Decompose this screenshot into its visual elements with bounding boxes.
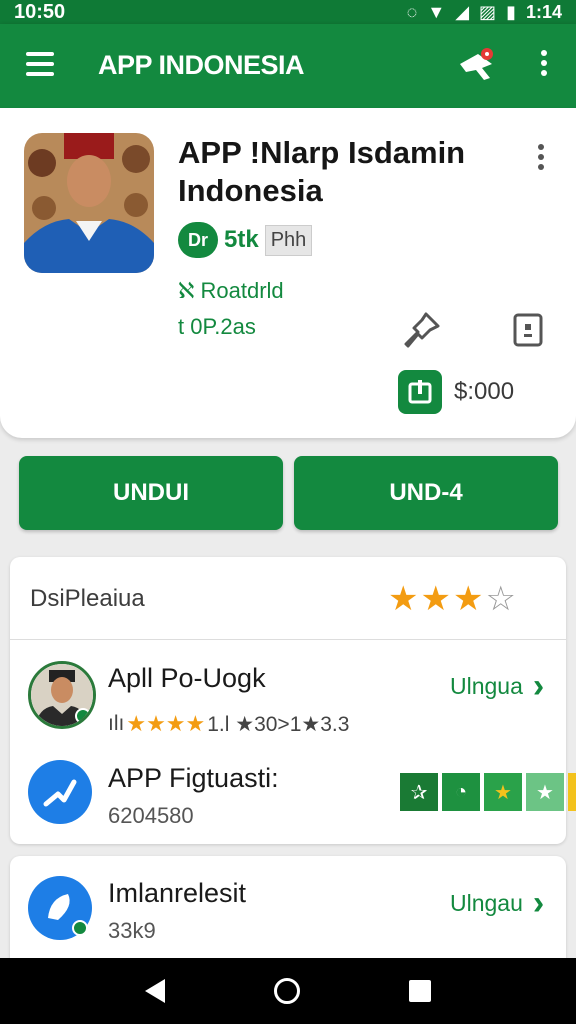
pin-icon[interactable] (402, 310, 442, 350)
status-time: 10:50 (14, 0, 66, 23)
star-full-icon: ★ (452, 580, 484, 618)
list-item-title[interactable]: Apll Po-Uogk (108, 663, 266, 694)
app-header-card: APP !Nlarp Isdamin Indonesia Dr 5tk Phh … (0, 108, 576, 438)
recents-icon[interactable] (409, 980, 432, 1002)
divider (10, 639, 566, 640)
buy-icon[interactable] (398, 370, 442, 414)
app-icon-blue[interactable] (28, 876, 92, 940)
price-label: $:000 (454, 378, 515, 405)
status-bar: 10:50 ◌ ▼ ◢ ▨ ▮ 1:14 (0, 0, 576, 24)
system-nav-bar (0, 958, 576, 1024)
chart-icon: ılı (108, 712, 125, 735)
back-icon[interactable] (144, 979, 165, 1003)
meta-text: 1.l ★30>1★3.3 (207, 712, 350, 736)
related-apps-card: DsiPleaiua ★ ★ ★ ☆ Apll Po-Uogk Ulngua ›… (10, 557, 576, 844)
card-more-icon[interactable] (536, 144, 546, 172)
signal-icon: ◢ (455, 1, 470, 22)
star-tile-icon: ✰ (400, 773, 438, 811)
overflow-menu-icon[interactable] (534, 50, 554, 82)
list-item-value: 33k9 (108, 918, 156, 943)
chevron-right-icon: › (532, 884, 545, 922)
status-icons: ◌ ▼ ◢ ▨ ▮ 1:14 (407, 2, 562, 23)
list-item-link[interactable]: Ulngau › (450, 884, 545, 922)
app-stats-row: Dr 5tk Phh (178, 222, 313, 258)
alarm-icon: ◌ (406, 1, 418, 22)
app-title-heading: APP !Nlarp Isdamin Indonesia (178, 135, 466, 208)
battery-icon: ▮ (506, 1, 516, 22)
list-item-title[interactable]: Imlanrelesit (108, 878, 246, 909)
avatar[interactable] (28, 661, 96, 729)
feature-tiles: ✰ ◔ ★ ★ (400, 773, 576, 811)
status-time-right: 1:14 (525, 1, 562, 22)
star-light-tile-icon: ★ (526, 773, 564, 811)
star-gold-tile-icon: ★ (484, 773, 522, 811)
star-full-icon: ★★★★ (126, 711, 206, 736)
rating-chip: Phh (264, 224, 313, 256)
star-full-icon: ★ (388, 580, 419, 618)
app-title: APP INDONESIA (98, 50, 305, 80)
section-rating-stars: ★ ★ ★ ☆ (388, 579, 516, 619)
wifi-icon: ▼ (427, 1, 446, 22)
clock-tile-icon: ◔ (442, 773, 480, 811)
link-label: Ulngau (450, 889, 523, 916)
document-icon[interactable] (512, 312, 544, 348)
app-icon-avatar (24, 133, 154, 273)
share-icon[interactable] (456, 46, 496, 82)
tile-edge (568, 773, 576, 811)
menu-icon[interactable] (26, 52, 54, 76)
list-item-value: 6204580 (108, 803, 194, 828)
star-empty-icon: ☆ (485, 580, 516, 618)
info-line-2: t 0P.2as (178, 314, 256, 339)
chevron-right-icon: › (532, 667, 545, 705)
downloads-count: 5tk (224, 226, 259, 253)
download-button-secondary[interactable]: UND-4 (294, 456, 558, 530)
developer-badge: Dr (178, 222, 218, 258)
section-title: DsiPleaiua (30, 585, 145, 612)
star-full-icon: ★ (420, 580, 451, 618)
app-icon-blue[interactable] (28, 760, 92, 824)
info-line-1: ℵ Roatdrld (178, 278, 284, 303)
link-label: Ulngua (450, 672, 523, 699)
list-item-title[interactable]: APP Figtuasti: (108, 763, 279, 794)
home-icon[interactable] (273, 978, 300, 1004)
list-item-meta: ılı ★★★★ 1.l ★30>1★3.3 (108, 711, 349, 737)
download-button-primary[interactable]: UNDUI (19, 456, 283, 530)
signal2-icon: ▨ (479, 1, 497, 22)
app-bar: APP INDONESIA (0, 24, 576, 108)
list-item-link[interactable]: Ulngua › (450, 667, 545, 705)
